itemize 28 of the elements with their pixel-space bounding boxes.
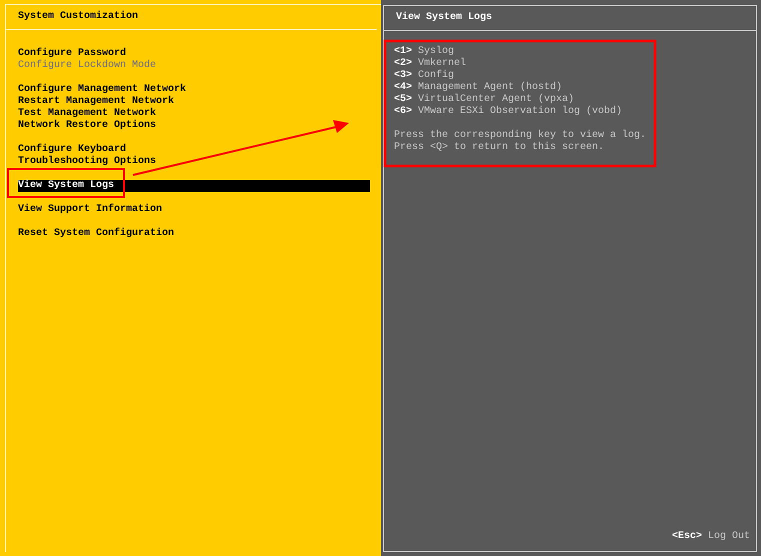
log-option: Management Agent (hostd) [418,82,562,94]
key-hint: <Esc> [672,531,702,543]
log-option: Syslog [418,46,454,58]
menu-item[interactable]: View System Logs [18,180,370,192]
menu-item[interactable]: Restart Management Network [18,96,370,108]
menu-item[interactable]: Reset System Configuration [18,228,370,240]
key-hint: <2> [394,58,412,70]
panel-title: View System Logs [396,12,492,24]
instruction-text: Press <Q> to return to this screen. [394,142,606,154]
log-option: VirtualCenter Agent (vpxa) [418,94,574,106]
key-hint: <6> [394,106,412,118]
key-hint: <3> [394,70,412,82]
logout-label: Log Out [708,531,750,543]
log-option: Config [418,70,454,82]
menu-item[interactable]: Test Management Network [18,108,370,120]
menu-item[interactable]: Network Restore Options [18,120,370,132]
key-hint: <5> [394,94,412,106]
key-hint: <1> [394,46,412,58]
menu-item[interactable]: Configure Management Network [18,84,370,96]
instruction-text: Press the corresponding key to view a log. [394,130,648,142]
key-hint: <4> [394,82,412,94]
menu-item[interactable]: Configure Password [18,48,370,60]
menu-item[interactable]: Configure Keyboard [18,144,370,156]
panel-title: System Customization [18,11,138,23]
menu-item[interactable]: View Support Information [18,204,370,216]
menu-item[interactable]: Troubleshooting Options [18,156,370,168]
log-option: VMware ESXi Observation log (vobd) [418,106,622,118]
log-option: Vmkernel [418,58,466,70]
